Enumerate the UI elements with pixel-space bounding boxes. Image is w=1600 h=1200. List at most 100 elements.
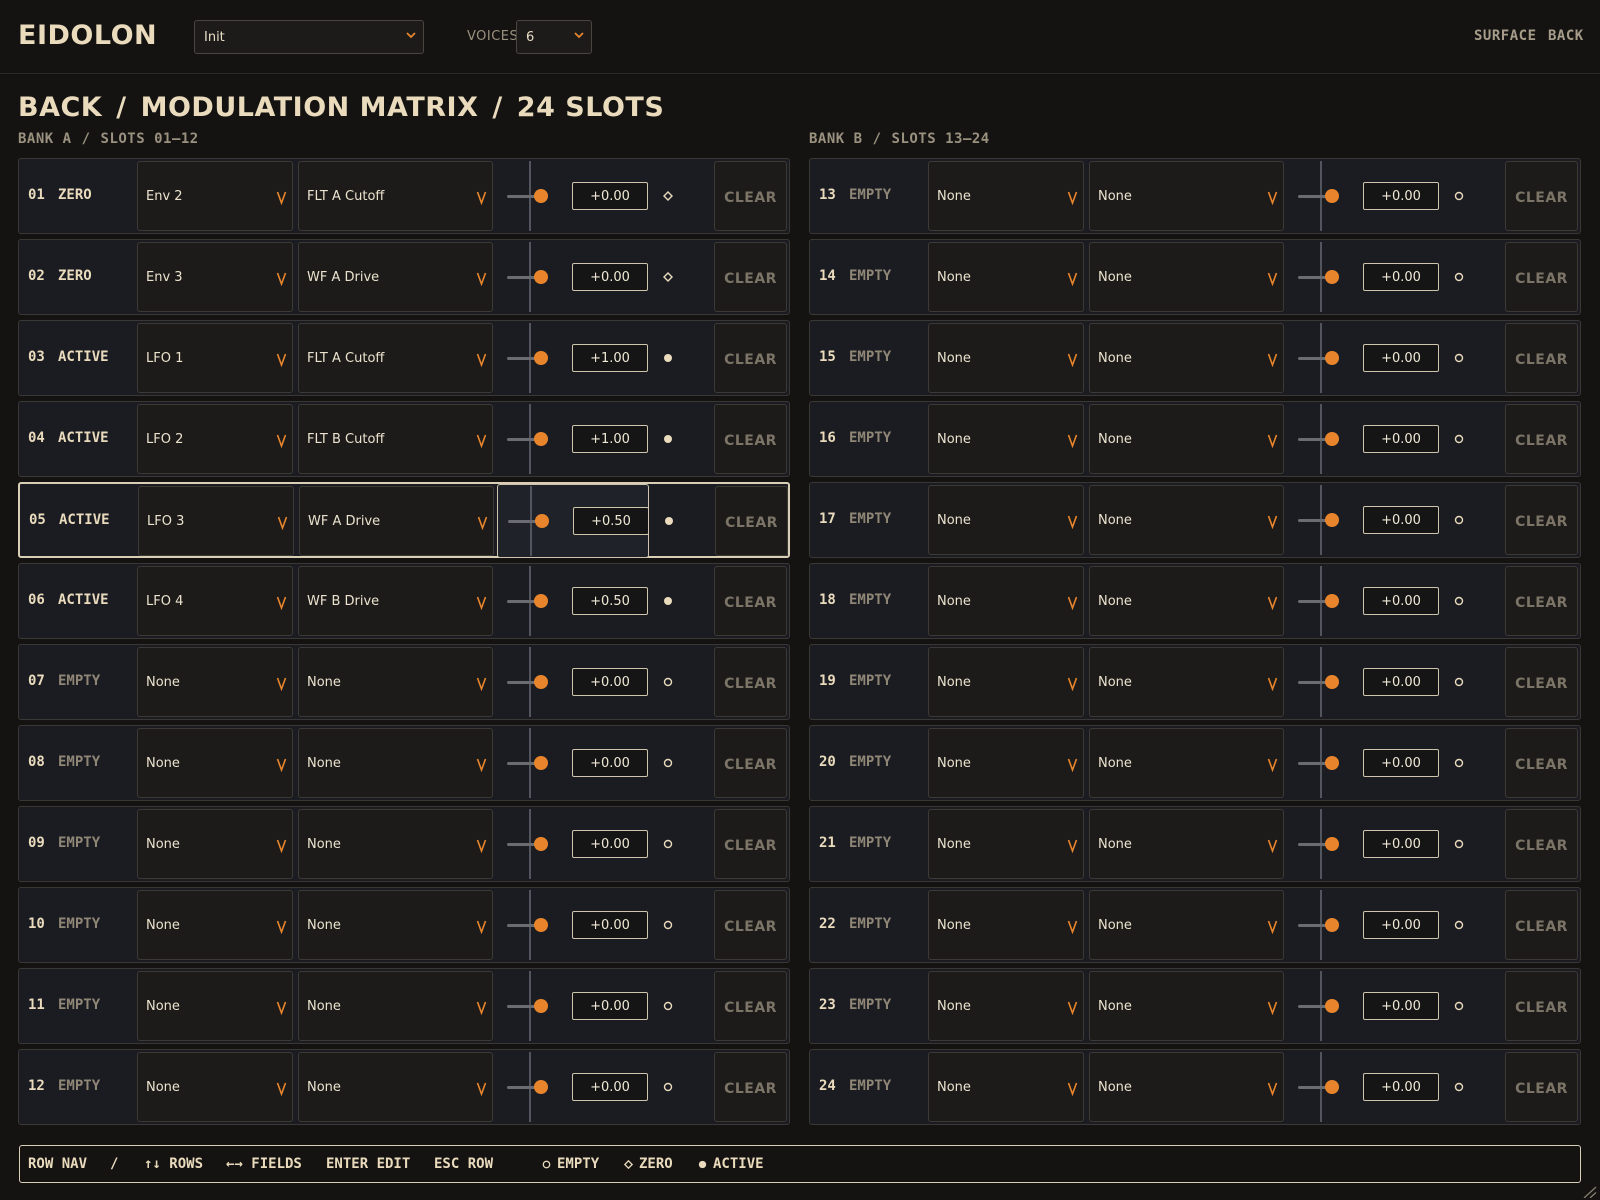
amount-input[interactable]: +0.00	[1363, 992, 1439, 1020]
slot-row-03[interactable]: 03 ACTIVE LFO 1 FLT A Cutoff +1.00 CLEAR	[18, 320, 790, 396]
clear-button[interactable]: CLEAR	[715, 486, 788, 556]
source-select[interactable]: LFO 4	[137, 566, 293, 636]
amount-input[interactable]: +1.00	[572, 425, 648, 453]
back-link[interactable]: BACK	[1548, 28, 1584, 44]
breadcrumb-back[interactable]: BACK	[18, 92, 102, 123]
slot-row-11[interactable]: 11 EMPTY None None +0.00 CLEAR	[18, 968, 790, 1044]
slot-row-02[interactable]: 02 ZERO Env 3 WF A Drive +0.00 CLEAR	[18, 239, 790, 315]
clear-button[interactable]: CLEAR	[714, 161, 787, 231]
amount-slider-handle[interactable]	[1325, 837, 1339, 851]
surface-link[interactable]: SURFACE	[1474, 28, 1537, 44]
amount-input[interactable]: +0.00	[572, 911, 648, 939]
destination-select[interactable]: None	[298, 890, 493, 960]
slot-row-12[interactable]: 12 EMPTY None None +0.00 CLEAR	[18, 1049, 790, 1125]
source-select[interactable]: None	[928, 161, 1084, 231]
amount-slider-handle[interactable]	[534, 270, 548, 284]
destination-select[interactable]: None	[1089, 566, 1284, 636]
amount-input[interactable]: +0.00	[1363, 182, 1439, 210]
source-select[interactable]: None	[928, 971, 1084, 1041]
clear-button[interactable]: CLEAR	[1505, 971, 1578, 1041]
slot-row-06[interactable]: 06 ACTIVE LFO 4 WF B Drive +0.50 CLEAR	[18, 563, 790, 639]
clear-button[interactable]: CLEAR	[1505, 242, 1578, 312]
destination-select[interactable]: None	[298, 1052, 493, 1122]
destination-select[interactable]: None	[1089, 728, 1284, 798]
amount-input[interactable]: +0.00	[1363, 668, 1439, 696]
amount-input[interactable]: +0.00	[572, 749, 648, 777]
amount-slider-handle[interactable]	[1325, 513, 1339, 527]
destination-select[interactable]: WF B Drive	[298, 566, 493, 636]
amount-slider-handle[interactable]	[534, 1080, 548, 1094]
source-select[interactable]: None	[137, 647, 293, 717]
amount-slider-handle[interactable]	[534, 594, 548, 608]
source-select[interactable]: None	[928, 242, 1084, 312]
amount-slider-handle[interactable]	[1325, 918, 1339, 932]
source-select[interactable]: LFO 2	[137, 404, 293, 474]
slot-row-20[interactable]: 20 EMPTY None None +0.00 CLEAR	[809, 725, 1581, 801]
clear-button[interactable]: CLEAR	[714, 647, 787, 717]
amount-input[interactable]: +0.50	[572, 587, 648, 615]
destination-select[interactable]: None	[1089, 485, 1284, 555]
clear-button[interactable]: CLEAR	[714, 890, 787, 960]
slot-row-08[interactable]: 08 EMPTY None None +0.00 CLEAR	[18, 725, 790, 801]
clear-button[interactable]: CLEAR	[714, 1052, 787, 1122]
amount-slider-handle[interactable]	[534, 351, 548, 365]
destination-select[interactable]: None	[298, 809, 493, 879]
clear-button[interactable]: CLEAR	[1505, 485, 1578, 555]
amount-slider-handle[interactable]	[534, 432, 548, 446]
source-select[interactable]: None	[928, 890, 1084, 960]
slot-row-09[interactable]: 09 EMPTY None None +0.00 CLEAR	[18, 806, 790, 882]
source-select[interactable]: Env 3	[137, 242, 293, 312]
destination-select[interactable]: None	[1089, 404, 1284, 474]
destination-select[interactable]: None	[1089, 242, 1284, 312]
slot-row-19[interactable]: 19 EMPTY None None +0.00 CLEAR	[809, 644, 1581, 720]
amount-input[interactable]: +0.00	[1363, 263, 1439, 291]
slot-row-17[interactable]: 17 EMPTY None None +0.00 CLEAR	[809, 482, 1581, 558]
source-select[interactable]: None	[928, 323, 1084, 393]
clear-button[interactable]: CLEAR	[714, 971, 787, 1041]
slot-row-15[interactable]: 15 EMPTY None None +0.00 CLEAR	[809, 320, 1581, 396]
source-select[interactable]: None	[137, 1052, 293, 1122]
slot-row-13[interactable]: 13 EMPTY None None +0.00 CLEAR	[809, 158, 1581, 234]
amount-slider-handle[interactable]	[534, 675, 548, 689]
amount-slider-handle[interactable]	[1325, 189, 1339, 203]
slot-row-05[interactable]: 05 ACTIVE LFO 3 WF A Drive +0.50 CLEAR	[18, 482, 790, 558]
amount-input[interactable]: +0.00	[1363, 344, 1439, 372]
amount-slider-handle[interactable]	[534, 918, 548, 932]
source-select[interactable]: None	[928, 809, 1084, 879]
destination-select[interactable]: None	[1089, 890, 1284, 960]
slot-row-24[interactable]: 24 EMPTY None None +0.00 CLEAR	[809, 1049, 1581, 1125]
destination-select[interactable]: None	[1089, 1052, 1284, 1122]
amount-input[interactable]: +0.00	[1363, 506, 1439, 534]
voices-select[interactable]: 6	[516, 20, 592, 54]
slot-row-07[interactable]: 07 EMPTY None None +0.00 CLEAR	[18, 644, 790, 720]
slot-row-10[interactable]: 10 EMPTY None None +0.00 CLEAR	[18, 887, 790, 963]
clear-button[interactable]: CLEAR	[1505, 890, 1578, 960]
source-select[interactable]: LFO 1	[137, 323, 293, 393]
amount-slider-handle[interactable]	[534, 756, 548, 770]
amount-input[interactable]: +0.00	[572, 668, 648, 696]
slot-row-23[interactable]: 23 EMPTY None None +0.00 CLEAR	[809, 968, 1581, 1044]
slot-row-21[interactable]: 21 EMPTY None None +0.00 CLEAR	[809, 806, 1581, 882]
source-select[interactable]: None	[928, 1052, 1084, 1122]
clear-button[interactable]: CLEAR	[1505, 1052, 1578, 1122]
destination-select[interactable]: None	[1089, 647, 1284, 717]
source-select[interactable]: Env 2	[137, 161, 293, 231]
destination-select[interactable]: None	[1089, 161, 1284, 231]
destination-select[interactable]: None	[298, 971, 493, 1041]
source-select[interactable]: None	[137, 890, 293, 960]
amount-slider-handle[interactable]	[534, 837, 548, 851]
clear-button[interactable]: CLEAR	[1505, 161, 1578, 231]
clear-button[interactable]: CLEAR	[714, 404, 787, 474]
source-select[interactable]: None	[137, 728, 293, 798]
slot-row-01[interactable]: 01 ZERO Env 2 FLT A Cutoff +0.00 CLEAR	[18, 158, 790, 234]
destination-select[interactable]: None	[1089, 809, 1284, 879]
amount-slider-handle[interactable]	[1325, 675, 1339, 689]
source-select[interactable]: None	[928, 485, 1084, 555]
destination-select[interactable]: None	[1089, 971, 1284, 1041]
amount-slider-handle[interactable]	[534, 189, 548, 203]
source-select[interactable]: None	[928, 404, 1084, 474]
source-select[interactable]: None	[137, 971, 293, 1041]
clear-button[interactable]: CLEAR	[1505, 404, 1578, 474]
destination-select[interactable]: None	[1089, 323, 1284, 393]
slot-row-22[interactable]: 22 EMPTY None None +0.00 CLEAR	[809, 887, 1581, 963]
